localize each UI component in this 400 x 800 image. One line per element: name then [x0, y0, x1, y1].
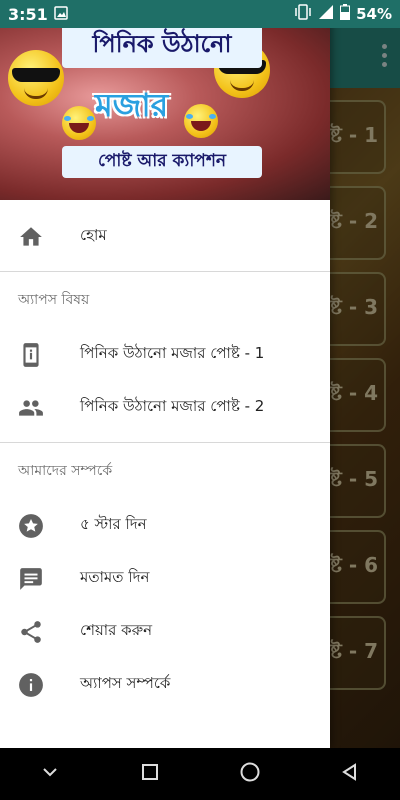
battery-icon — [340, 4, 351, 24]
people-icon — [18, 395, 44, 421]
section-title-about: আমাদের সম্পর্কে — [18, 463, 113, 479]
nav-recents-button[interactable] — [130, 754, 170, 794]
nav-home-button[interactable] — [230, 754, 270, 794]
menu-item-label: অ্যাপস সম্পর্কে — [80, 674, 171, 692]
feedback-icon — [18, 566, 44, 592]
cool-emoji-icon — [8, 50, 64, 106]
star-icon — [18, 513, 44, 539]
menu-item-post-1[interactable]: পিনিক উঠানো মজার পোষ্ট - 1 — [0, 328, 330, 381]
circle-icon — [239, 761, 261, 787]
menu-item-label: হোম — [80, 226, 107, 244]
status-time: 3:51 — [8, 4, 48, 24]
phone-info-icon — [18, 342, 44, 368]
chevron-down-icon — [40, 762, 60, 786]
laughing-emoji-icon — [62, 106, 96, 140]
battery-level: 54% — [356, 5, 392, 23]
vibrate-icon — [294, 4, 312, 24]
navigation-drawer: পিনিক উঠানো মজার পোষ্ট আর ক্যাপশন হোম অ্… — [0, 0, 330, 748]
section-title-app: অ্যাপস বিষয় — [18, 292, 90, 308]
menu-item-share[interactable]: শেয়ার করুন — [0, 605, 330, 658]
menu-item-feedback[interactable]: মতামত দিন — [0, 552, 330, 605]
back-triangle-icon — [340, 762, 360, 786]
nav-back-button[interactable] — [330, 754, 370, 794]
drawer-header: পিনিক উঠানো মজার পোষ্ট আর ক্যাপশন — [0, 28, 330, 200]
drawer-menu: হোম অ্যাপস বিষয় পিনিক উঠানো মজার পোষ্ট … — [0, 200, 330, 711]
system-nav-bar — [0, 748, 400, 800]
notification-image-icon — [54, 5, 68, 24]
menu-item-post-2[interactable]: পিনিক উঠানো মজার পোষ্ট - 2 — [0, 381, 330, 434]
header-title-line3: পোষ্ট আর ক্যাপশন — [62, 146, 262, 178]
square-icon — [140, 762, 160, 786]
laughing-emoji-icon — [184, 104, 218, 138]
menu-item-label: মতামত দিন — [80, 568, 150, 586]
menu-item-about[interactable]: অ্যাপস সম্পর্কে — [0, 658, 330, 711]
nav-collapse-button[interactable] — [30, 754, 70, 794]
status-bar: 3:51 54% — [0, 0, 400, 28]
menu-item-home[interactable]: হোম — [0, 210, 330, 263]
home-icon — [18, 224, 44, 250]
share-icon — [18, 619, 44, 645]
header-title-line2: মজার — [95, 86, 169, 124]
header-title-line1: পিনিক উঠানো — [62, 28, 262, 68]
signal-icon — [318, 4, 334, 24]
menu-item-label: পিনিক উঠানো মজার পোষ্ট - 2 — [80, 397, 265, 415]
menu-item-label: শেয়ার করুন — [80, 621, 153, 639]
menu-item-label: ৫ স্টার দিন — [80, 515, 147, 533]
menu-item-rate[interactable]: ৫ স্টার দিন — [0, 499, 330, 552]
info-icon — [18, 672, 44, 698]
menu-item-label: পিনিক উঠানো মজার পোষ্ট - 1 — [80, 344, 265, 362]
